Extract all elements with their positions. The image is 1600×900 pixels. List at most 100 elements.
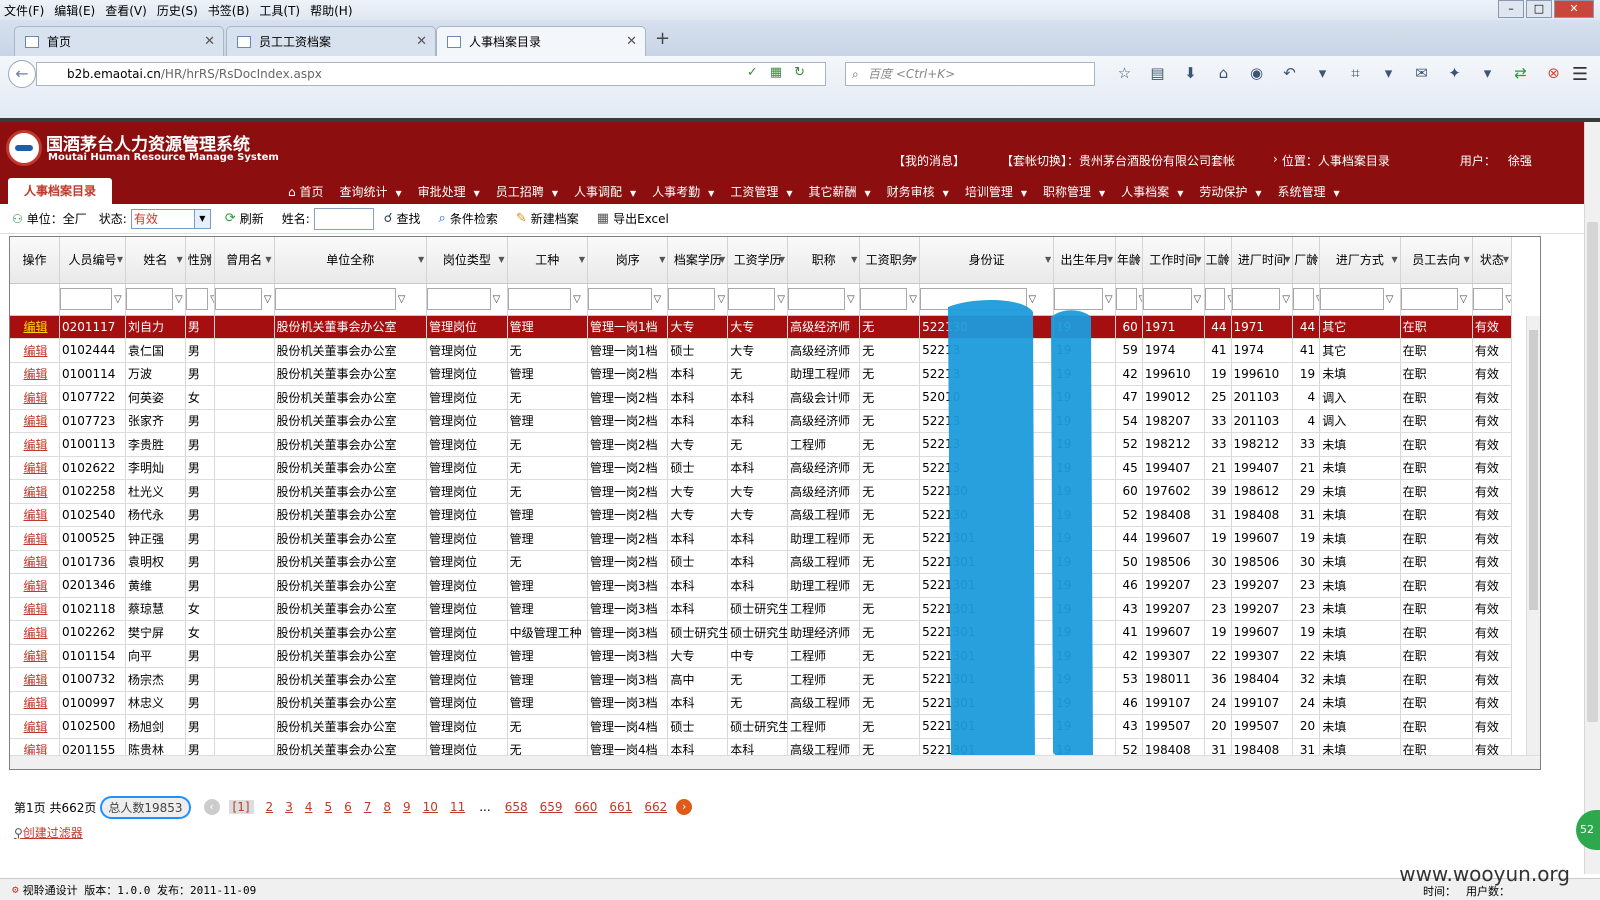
table-row[interactable]: 编辑 0102540 杨代永男股份机关董事会办公室 管理岗位 管理 管理一岗2档 大专 大专高… bbox=[10, 503, 1513, 527]
column-header[interactable]: 姓名 ▼ bbox=[125, 237, 186, 284]
nav-item[interactable]: 工资管理 ▼ bbox=[722, 183, 800, 200]
dropdown-icon[interactable]: ▾ bbox=[1306, 64, 1339, 82]
sort-arrow-icon[interactable]: ▼ bbox=[1311, 255, 1317, 264]
page-link[interactable]: 660 bbox=[575, 800, 598, 814]
page-link[interactable]: 8 bbox=[383, 800, 391, 814]
filter-input[interactable] bbox=[860, 288, 908, 310]
nav-item[interactable]: 查询统计 ▼ bbox=[331, 183, 409, 200]
status-select[interactable]: 有效 ▼ bbox=[130, 208, 211, 229]
addon-icon[interactable]: ⊗ bbox=[1537, 64, 1570, 82]
sort-arrow-icon[interactable]: ▼ bbox=[498, 255, 504, 264]
sync-icon[interactable]: ⇄ bbox=[1504, 64, 1537, 82]
sort-arrow-icon[interactable]: ▼ bbox=[579, 255, 585, 264]
menu-item[interactable]: 文件(F) bbox=[4, 2, 44, 19]
column-header[interactable]: 档案学历 ▼ bbox=[667, 237, 729, 284]
column-header[interactable]: 单位全称 ▼ bbox=[274, 237, 428, 284]
column-header[interactable]: 工资学历 ▼ bbox=[727, 237, 789, 284]
filter-icon[interactable]: ▽ bbox=[1282, 294, 1290, 305]
page-link[interactable]: 4 bbox=[305, 800, 313, 814]
edit-link[interactable]: 编辑 bbox=[10, 409, 60, 433]
column-header[interactable]: 工龄 ▼ bbox=[1204, 237, 1232, 284]
filter-input[interactable] bbox=[920, 288, 1027, 310]
nav-item[interactable]: 人事调配 ▼ bbox=[566, 183, 644, 200]
table-row[interactable]: 编辑 0107722 何英姿女股份机关董事会办公室 管理岗位无管理一岗2档 本科 本科 高级… bbox=[10, 385, 1513, 410]
nav-item[interactable]: 人事档案 ▼ bbox=[1113, 183, 1191, 200]
filter-icon[interactable]: ▽ bbox=[717, 294, 725, 305]
column-header[interactable]: 年龄 ▼ bbox=[1115, 237, 1143, 284]
close-icon[interactable]: ✕ bbox=[626, 34, 637, 49]
dropdown-icon[interactable]: ▾ bbox=[1471, 64, 1504, 82]
nav-item[interactable]: 劳动保护 ▼ bbox=[1191, 183, 1269, 200]
page-link[interactable]: 661 bbox=[609, 800, 632, 814]
edit-link[interactable]: 编辑 bbox=[10, 597, 60, 621]
table-row[interactable]: 编辑 0102444 袁仁国男股份机关董事会办公室 管理岗位无管理一岗1档 硕士 大专 高级… bbox=[10, 338, 1513, 363]
filter-input[interactable] bbox=[126, 288, 174, 310]
column-header[interactable]: 操作 bbox=[10, 237, 60, 284]
page-link[interactable]: 3 bbox=[285, 800, 293, 814]
nav-item[interactable]: 员工招聘 ▼ bbox=[488, 183, 566, 200]
page-link[interactable]: 9 bbox=[403, 800, 411, 814]
create-filter-link[interactable]: ⚲创建过滤器 bbox=[14, 824, 83, 841]
menu-item[interactable]: 查看(V) bbox=[105, 2, 147, 19]
filter-icon[interactable]: ▽ bbox=[398, 294, 406, 305]
nav-item[interactable]: ⌂ 首页 bbox=[280, 183, 331, 200]
filter-icon[interactable]: ▽ bbox=[909, 294, 917, 305]
edit-link[interactable]: 编辑 bbox=[10, 667, 60, 692]
sort-arrow-icon[interactable]: ▼ bbox=[1196, 255, 1202, 264]
download-icon[interactable]: ⬇ bbox=[1174, 64, 1207, 82]
browser-tab-hr-records[interactable]: 人事档案目录 ✕ bbox=[436, 26, 646, 56]
close-window-button[interactable]: ✕ bbox=[1554, 0, 1594, 18]
minimize-button[interactable]: – bbox=[1498, 0, 1524, 18]
filter-icon[interactable]: ▽ bbox=[573, 294, 581, 305]
url-bar-icons[interactable]: ✓▦↻ bbox=[747, 65, 817, 80]
table-row[interactable]: 编辑 0100114 万波男股份机关董事会办公室 管理岗位 管理 管理一岗2档 本科无助理工… bbox=[10, 362, 1513, 386]
edit-link[interactable]: 编辑 bbox=[10, 573, 60, 598]
filter-input[interactable] bbox=[507, 288, 572, 310]
filter-input[interactable] bbox=[274, 288, 396, 310]
menu-item[interactable]: 工具(T) bbox=[259, 2, 300, 19]
filter-icon[interactable]: ▽ bbox=[1105, 294, 1113, 305]
page-link[interactable]: 658 bbox=[505, 800, 528, 814]
sort-arrow-icon[interactable]: ▼ bbox=[265, 255, 271, 264]
table-row[interactable]: 编辑 0102500 杨旭剑男股份机关董事会办公室 管理岗位无管理一岗4档 硕士 硕士研究… bbox=[10, 714, 1513, 739]
edit-link[interactable]: 编辑 bbox=[10, 456, 60, 480]
edit-link[interactable]: 编辑 bbox=[10, 432, 60, 457]
table-row[interactable]: 编辑 0101154 向平男 股份机关董事会办公室 管理岗位 管理 管理一岗3档 大专 中专 工程… bbox=[10, 644, 1513, 668]
edit-link[interactable]: 编辑 bbox=[10, 714, 60, 739]
sort-arrow-icon[interactable]: ▼ bbox=[1284, 255, 1290, 264]
filter-input[interactable] bbox=[1472, 288, 1504, 310]
sort-arrow-icon[interactable]: ▼ bbox=[1503, 255, 1509, 264]
filter-input[interactable] bbox=[1320, 288, 1384, 310]
filter-input[interactable] bbox=[1400, 288, 1458, 310]
filter-input[interactable] bbox=[1054, 288, 1103, 310]
filter-input[interactable] bbox=[60, 288, 112, 310]
export-excel-button[interactable]: ▦ 导出Excel bbox=[597, 210, 669, 227]
column-header[interactable]: 性别 ▼ bbox=[185, 237, 215, 284]
table-row[interactable]: 编辑 0100525 钟正强男股份机关董事会办公室 管理岗位 管理 管理一岗2档 本科 本科助… bbox=[10, 526, 1513, 551]
edit-link[interactable]: 编辑 bbox=[10, 550, 60, 574]
sort-arrow-icon[interactable]: ▼ bbox=[1222, 255, 1228, 264]
name-input[interactable] bbox=[313, 207, 374, 230]
filter-icon[interactable]: ▽ bbox=[1460, 294, 1468, 305]
url-bar[interactable]: b2b.emaotai.cn/HR/hrRS/RsDocIndex.aspx ✓… bbox=[36, 62, 826, 86]
filter-icon[interactable]: ▽ bbox=[493, 294, 501, 305]
sort-arrow-icon[interactable]: ▼ bbox=[1045, 255, 1051, 264]
filter-icon[interactable]: ▽ bbox=[175, 294, 183, 305]
back-button[interactable]: ← bbox=[8, 60, 36, 88]
filter-icon[interactable]: ▽ bbox=[114, 294, 122, 305]
edit-link[interactable]: 编辑 bbox=[10, 620, 60, 645]
filter-input[interactable] bbox=[185, 288, 209, 310]
filter-input[interactable] bbox=[1204, 288, 1226, 310]
sort-arrow-icon[interactable]: ▼ bbox=[659, 255, 665, 264]
table-row[interactable]: 编辑 0100997 林忠义男股份机关董事会办公室 管理岗位 管理 管理一岗3档 本科无高级… bbox=[10, 691, 1513, 715]
nav-item[interactable]: 其它薪酬 ▼ bbox=[800, 183, 878, 200]
column-header[interactable]: 状态 ▼ bbox=[1472, 237, 1513, 284]
filter-icon[interactable]: ▽ bbox=[847, 294, 855, 305]
prev-page-icon[interactable]: ‹ bbox=[203, 799, 220, 815]
dropdown-icon[interactable]: ▾ bbox=[1372, 64, 1405, 82]
sort-arrow-icon[interactable]: ▼ bbox=[1134, 255, 1140, 264]
grid-vertical-scrollbar[interactable] bbox=[1526, 316, 1540, 756]
table-row[interactable]: 编辑 0201117 刘自力男股份机关董事会办公室 管理岗位 管理 管理一岗1档 大专 大专高… bbox=[10, 315, 1513, 339]
sort-arrow-icon[interactable]: ▼ bbox=[1107, 255, 1113, 264]
page-link[interactable]: 659 bbox=[540, 800, 563, 814]
